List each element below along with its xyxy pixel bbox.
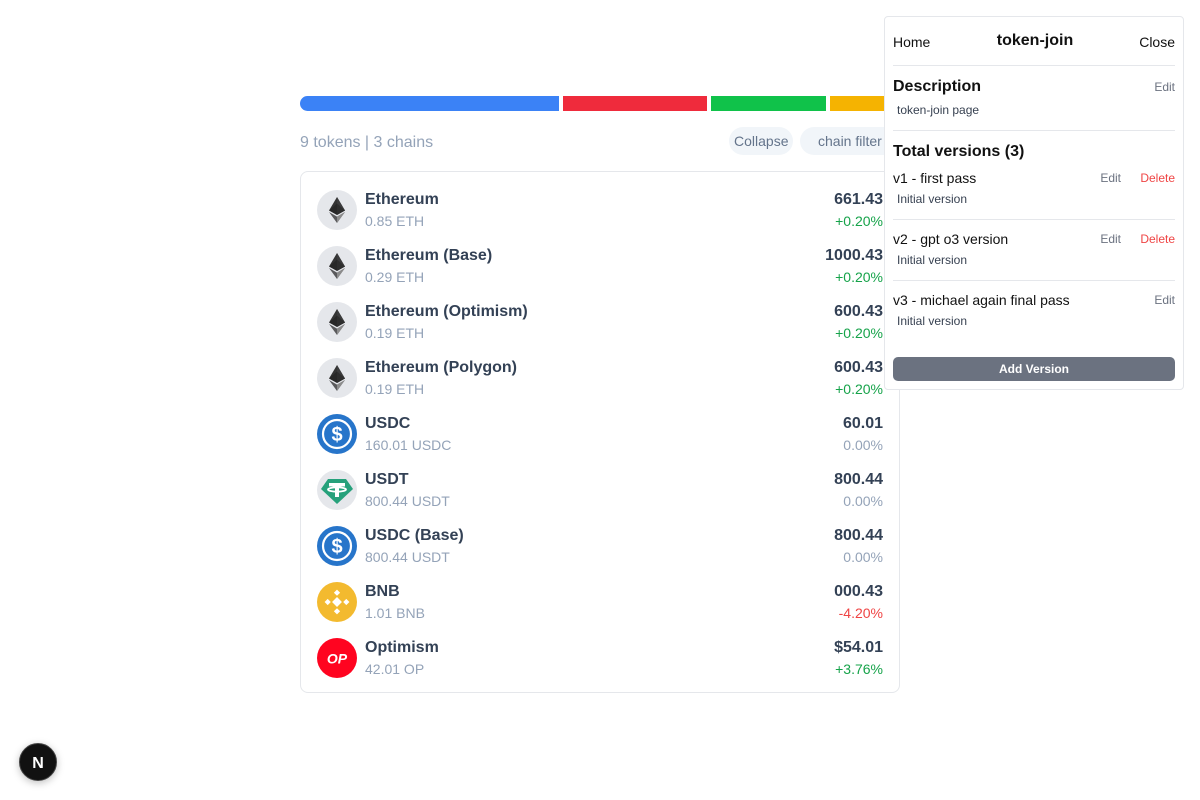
token-name: USDC [365, 415, 411, 432]
token-amount: 0.85 ETH [365, 213, 425, 229]
ethereum-icon [317, 246, 357, 286]
divider [893, 65, 1175, 66]
token-name: Ethereum (Optimism) [365, 303, 528, 320]
ethereum-icon [317, 302, 357, 342]
token-change: +0.20% [835, 381, 883, 397]
token-amount: 0.29 ETH [365, 269, 425, 285]
token-change: +3.76% [835, 661, 883, 677]
version-note: Initial version [897, 192, 968, 206]
token-row[interactable]: OP Optimism 42.01 OP $54.01 +3.76% [317, 638, 883, 694]
description-text: token-join page [897, 103, 980, 117]
token-amount: 800.44 USDT [365, 493, 450, 509]
token-name: USDT [365, 471, 409, 488]
token-change: -4.20% [838, 605, 883, 621]
collapse-button[interactable]: Collapse [729, 127, 794, 155]
token-amount: 42.01 OP [365, 661, 425, 677]
divider [893, 280, 1175, 281]
token-row[interactable]: Ethereum 0.85 ETH 661.43 +0.20% [317, 190, 883, 246]
token-name: Ethereum [365, 191, 439, 208]
token-amount: 0.19 ETH [365, 325, 425, 341]
ethereum-icon [317, 358, 357, 398]
token-value: $54.01 [834, 639, 883, 656]
token-amount: 0.19 ETH [365, 381, 425, 397]
token-row[interactable]: Ethereum (Polygon) 0.19 ETH 600.43 +0.20% [317, 358, 883, 414]
token-value: 1000.43 [825, 247, 883, 264]
bnb-icon [317, 582, 357, 622]
version-panel: token-join Home Close Description Edit t… [884, 16, 1184, 390]
usdc-icon: $ [317, 526, 357, 566]
nextjs-badge[interactable]: N [19, 743, 57, 781]
description-heading: Description [893, 78, 982, 95]
distribution-segment [563, 96, 707, 111]
token-amount: 800.44 USDT [365, 549, 450, 565]
token-change: +0.20% [835, 269, 883, 285]
token-change: 0.00% [843, 493, 883, 509]
token-value: 600.43 [834, 359, 883, 376]
ethereum-icon [317, 190, 357, 230]
token-value: 60.01 [842, 415, 883, 432]
svg-text:$: $ [331, 536, 342, 558]
distribution-segment [711, 96, 826, 111]
token-change: 0.00% [843, 437, 883, 453]
divider [893, 130, 1175, 131]
token-value: 661.43 [834, 191, 883, 208]
distribution-segment [830, 96, 889, 111]
token-value: 000.43 [834, 583, 883, 600]
usdc-icon: $ [317, 414, 357, 454]
svg-text:$: $ [331, 424, 342, 446]
token-amount: 1.01 BNB [365, 605, 425, 621]
token-summary: 9 tokens | 3 chains [300, 134, 434, 151]
home-link[interactable]: Home [893, 34, 930, 50]
version-delete-button[interactable]: Delete [1140, 232, 1175, 246]
token-change: 0.00% [843, 549, 883, 565]
token-value: 800.44 [834, 471, 883, 488]
divider [893, 219, 1175, 220]
version-edit-button[interactable]: Edit [1100, 171, 1121, 185]
token-change: +0.20% [835, 325, 883, 341]
token-row[interactable]: Ethereum (Optimism) 0.19 ETH 600.43 +0.20% [317, 302, 883, 358]
svg-text:N: N [32, 755, 44, 772]
version-note: Initial version [897, 314, 968, 328]
token-row[interactable]: BNB 1.01 BNB 000.43 -4.20% [317, 582, 883, 638]
chain-distribution-bar [300, 96, 900, 111]
version-edit-button[interactable]: Edit [1100, 232, 1121, 246]
version-name: v2 - gpt o3 version [893, 231, 1009, 247]
versions-heading: Total versions (3) [893, 143, 1025, 160]
token-name: BNB [365, 583, 400, 600]
close-button[interactable]: Close [1139, 34, 1175, 50]
token-row[interactable]: USDT 800.44 USDT 800.44 0.00% [317, 470, 883, 526]
nextjs-icon: N [32, 755, 44, 772]
version-delete-button[interactable]: Delete [1140, 171, 1175, 185]
token-name: Optimism [365, 639, 439, 656]
usdt-icon [317, 470, 357, 510]
token-name: Ethereum (Polygon) [365, 359, 518, 376]
token-name: Ethereum (Base) [365, 247, 493, 264]
description-edit-button[interactable]: Edit [1154, 80, 1175, 94]
optimism-icon: OP [317, 638, 357, 678]
svg-text:OP: OP [327, 651, 348, 667]
token-row[interactable]: $ USDC (Base) 800.44 USDT 800.44 0.00% [317, 526, 883, 582]
version-name: v3 - michael again final pass [893, 292, 1070, 308]
token-list: Ethereum 0.85 ETH 661.43 +0.20% Ethereum (Ba… [300, 171, 900, 693]
version-edit-button[interactable]: Edit [1154, 293, 1175, 307]
token-row[interactable]: $ USDC 160.01 USDC 60.01 0.00% [317, 414, 883, 470]
distribution-segment [300, 96, 559, 111]
token-row[interactable]: Ethereum (Base) 0.29 ETH 1000.43 +0.20% [317, 246, 883, 302]
version-name: v1 - first pass [893, 170, 977, 186]
add-version-button[interactable]: Add Version [893, 357, 1175, 381]
token-name: USDC (Base) [365, 527, 464, 544]
token-value: 600.43 [834, 303, 883, 320]
token-value: 800.44 [834, 527, 883, 544]
version-note: Initial version [897, 253, 968, 267]
token-change: +0.20% [835, 213, 883, 229]
token-amount: 160.01 USDC [365, 437, 452, 453]
